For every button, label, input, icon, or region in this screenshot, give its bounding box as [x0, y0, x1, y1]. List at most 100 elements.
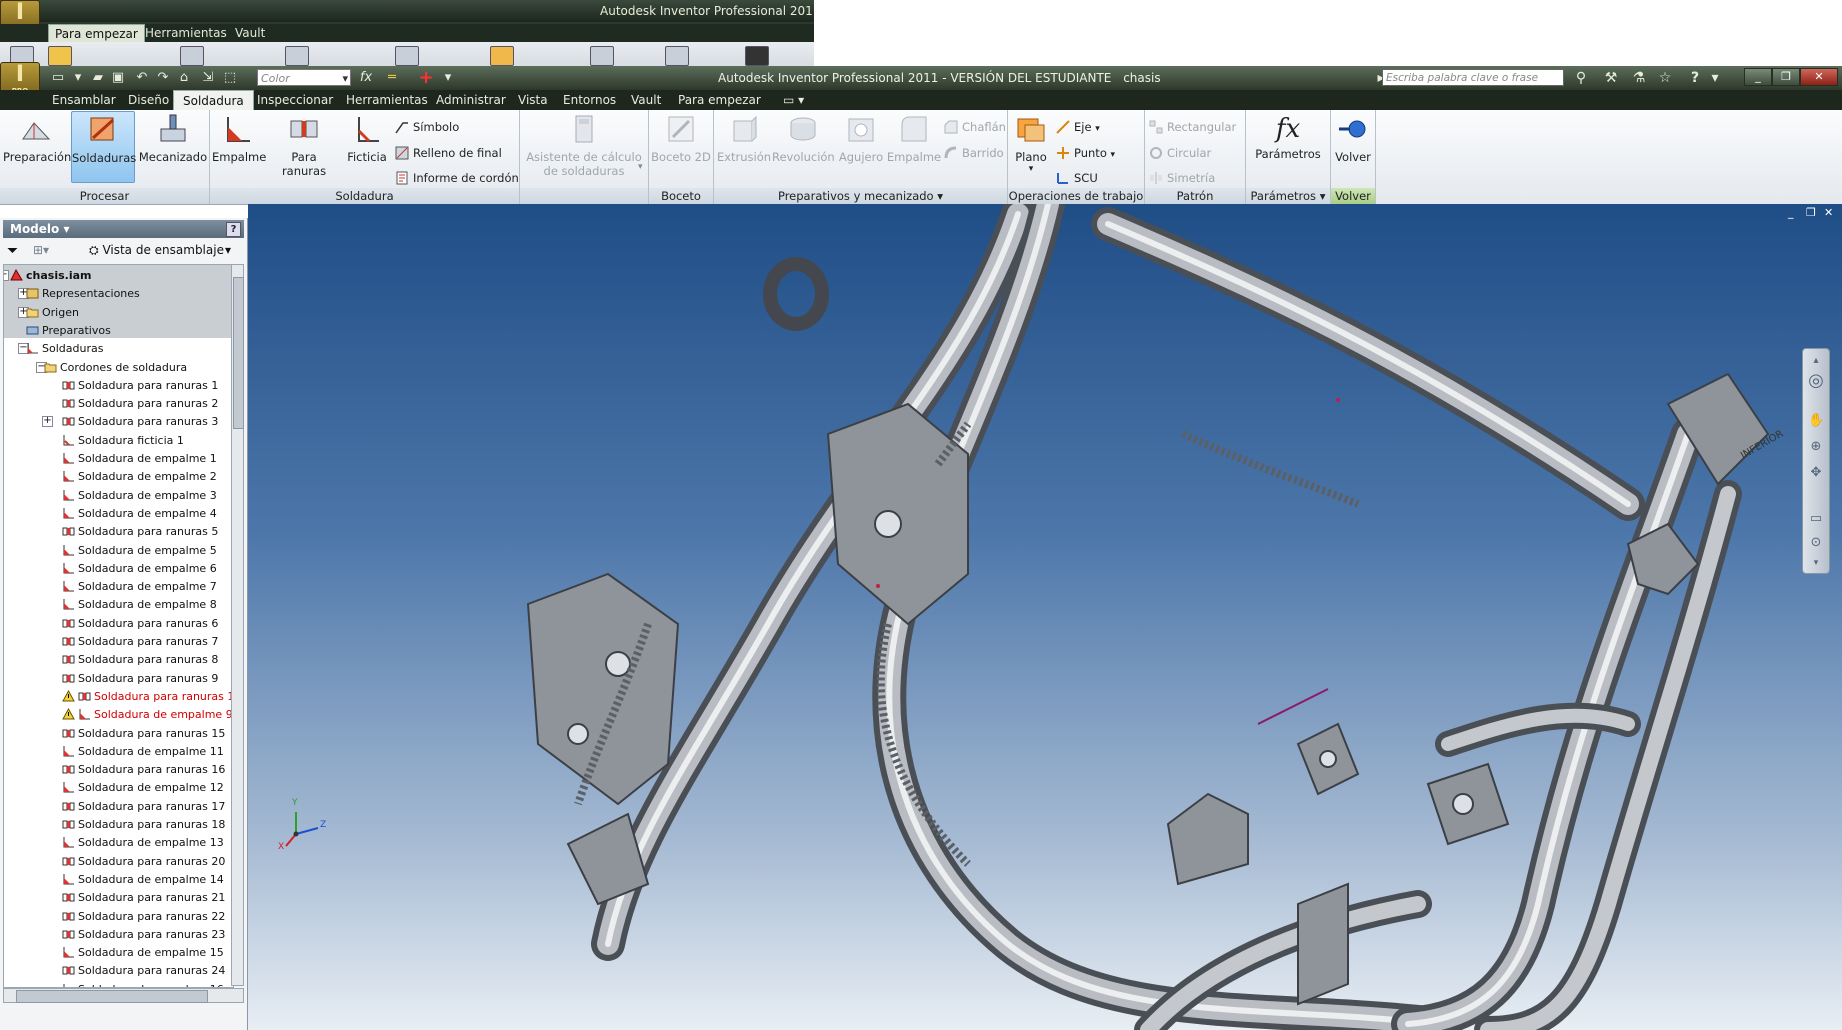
tree-item[interactable]: Soldadura para ranuras 15	[62, 725, 225, 742]
tree-item[interactable]: Soldadura de empalme 3	[62, 487, 217, 504]
chevron-down-icon[interactable]: ▾	[937, 189, 943, 203]
chevron-down-icon[interactable]: ▾	[225, 243, 231, 257]
fx-icon[interactable]: fx	[358, 70, 374, 85]
new-dropdown-icon[interactable]: ▾	[70, 70, 86, 85]
tree-item[interactable]: Soldadura para ranuras 18	[62, 816, 225, 833]
tree-item[interactable]: Representaciones	[26, 285, 140, 302]
eje-button[interactable]: Eje ▾	[1056, 120, 1100, 134]
tree-item[interactable]: Soldadura de empalme 8	[62, 596, 217, 613]
tree-item[interactable]: Origen	[26, 304, 79, 321]
tree-item[interactable]: Soldadura para ranuras 7	[62, 633, 218, 650]
open-folder-icon[interactable]: ▰	[90, 70, 106, 85]
favorites-star-icon[interactable]: ☆	[1656, 69, 1674, 87]
viewport-restore-icon[interactable]: ❐	[1806, 206, 1816, 219]
tab-diseno[interactable]: Diseño	[128, 93, 169, 107]
tree-item[interactable]: chasis.iam	[10, 267, 91, 284]
relleno-de-final-button[interactable]: Relleno de final	[395, 146, 502, 160]
home-icon[interactable]: ⌂	[176, 70, 192, 85]
tree-item[interactable]: Soldadura de empalme 9	[62, 706, 233, 723]
viewport-minimize-icon[interactable]: _	[1788, 206, 1794, 219]
open-folder-icon[interactable]	[48, 46, 72, 66]
preparacion-button[interactable]: Preparación	[3, 113, 71, 164]
tree-item[interactable]: Soldadura para ranuras 3	[62, 413, 218, 430]
project-icon[interactable]	[285, 46, 309, 66]
tools-icon[interactable]	[395, 46, 419, 66]
expand-toggle-icon[interactable]: −	[4, 270, 9, 281]
asistente-calculo-button[interactable]: Asistente de cálculo de soldaduras	[522, 113, 646, 178]
tab-entornos[interactable]: Entornos	[563, 93, 616, 107]
tree-item[interactable]: Soldadura de empalme 15	[62, 944, 224, 961]
tab-vault[interactable]: Vault	[631, 93, 661, 107]
help-icon[interactable]: ?	[226, 222, 241, 237]
zoom-icon[interactable]: ⊕	[1808, 439, 1824, 455]
tab-inspeccionar[interactable]: Inspeccionar	[257, 93, 333, 107]
tree-item[interactable]: Soldadura de empalme 7	[62, 578, 217, 595]
agujero-button[interactable]: Agujero	[836, 113, 886, 164]
restore-button[interactable]: ❐	[1772, 68, 1800, 86]
mecanizado-button[interactable]: Mecanizado	[138, 113, 208, 164]
chevron-down-icon[interactable]: ▾	[1320, 189, 1326, 203]
punto-button[interactable]: Punto ▾	[1056, 146, 1115, 160]
volver-button[interactable]: Volver	[1333, 113, 1373, 164]
tree-item[interactable]: Soldadura para ranuras 24	[62, 962, 225, 979]
look-at-icon[interactable]: ▭	[1808, 511, 1824, 527]
light-icon[interactable]	[490, 46, 514, 66]
pan-icon[interactable]: ✋	[1808, 413, 1824, 429]
steering-wheel-icon[interactable]: ◎	[1808, 372, 1824, 390]
chaflan-button[interactable]: Chaflán	[944, 120, 1006, 134]
road-icon[interactable]	[745, 46, 769, 66]
orbit-icon[interactable]: ✥	[1808, 465, 1824, 481]
tree-item[interactable]: Soldadura para ranuras 16	[62, 761, 225, 778]
ruler-icon[interactable]	[180, 46, 204, 66]
filter-icon[interactable]: ⏷	[7, 243, 18, 259]
viewport-close-icon[interactable]: ✕	[1824, 206, 1833, 219]
soldaduras-button[interactable]: Soldaduras	[71, 111, 136, 183]
simetria-button[interactable]: Simetría	[1149, 171, 1215, 185]
communication-center-icon[interactable]: ⚗	[1630, 69, 1648, 87]
background-tab[interactable]: Herramientas	[145, 26, 227, 40]
tree-item[interactable]: Soldadura para ranuras 23	[62, 926, 225, 943]
redo-icon[interactable]: ↷	[155, 70, 171, 85]
horizontal-scrollbar[interactable]	[3, 988, 244, 1003]
tree-item[interactable]: Soldadura de empalme 14	[62, 871, 224, 888]
binoculars-icon[interactable]: ⚲	[1572, 69, 1590, 87]
parametros-button[interactable]: fx Parámetros	[1250, 113, 1326, 161]
tree-item[interactable]: Soldadura para ranuras 10	[62, 688, 233, 705]
zoom-window-icon[interactable]: ⊙	[1808, 535, 1824, 551]
expand-arrow-icon[interactable]: ▾	[638, 162, 643, 172]
tree-item[interactable]: Soldadura para ranuras 22	[62, 908, 225, 925]
return-icon[interactable]: ⇲	[200, 70, 216, 85]
tab-administrar[interactable]: Administrar	[436, 93, 506, 107]
color-select[interactable]: Color ▾	[257, 69, 351, 86]
rectangular-button[interactable]: Rectangular	[1149, 120, 1236, 134]
book-icon[interactable]	[665, 46, 689, 66]
tree-item[interactable]: Soldadura de empalme 6	[62, 560, 217, 577]
tree-item[interactable]: Soldadura de empalme 4	[62, 505, 217, 522]
tree-item[interactable]: Soldadura para ranuras 17	[62, 798, 225, 815]
tab-para-empezar[interactable]: Para empezar	[678, 93, 761, 107]
tree-item[interactable]: Soldadura para ranuras 2	[62, 395, 218, 412]
tree-item[interactable]: Soldadura para ranuras 20	[62, 853, 225, 870]
undo-icon[interactable]: ↶	[134, 70, 150, 85]
expand-toggle-icon[interactable]: +	[42, 416, 53, 428]
scroll-thumb[interactable]	[16, 990, 208, 1003]
boceto-2d-button[interactable]: Boceto 2D	[651, 113, 711, 164]
para-ranuras-button[interactable]: Para ranuras	[268, 113, 340, 178]
ficticia-button[interactable]: Ficticia	[343, 113, 391, 164]
empalme-weld-button[interactable]: Empalme	[212, 113, 266, 164]
informe-de-cordon-button[interactable]: Informe de cordón	[395, 171, 519, 185]
close-button[interactable]: ✕	[1800, 68, 1838, 86]
vertical-scrollbar[interactable]	[231, 264, 244, 986]
add-icon[interactable]: +	[418, 69, 434, 87]
tree-item[interactable]: Soldadura para ranuras 8	[62, 651, 218, 668]
view-select[interactable]: ⛭ Vista de ensamblaje	[89, 243, 224, 258]
help-dropdown-icon[interactable]: ▾	[1706, 69, 1724, 87]
hierarchy-icon[interactable]: ⊞▾	[33, 243, 49, 257]
browser-header[interactable]: Modelo ▾ ?	[3, 220, 244, 238]
subscription-icon[interactable]: ⚒	[1602, 69, 1620, 87]
help-icon[interactable]: ?	[1686, 69, 1704, 87]
background-tab[interactable]: Vault	[235, 26, 265, 40]
tree-item[interactable]: Soldadura de empalme 5	[62, 542, 217, 559]
tab-soldadura[interactable]: Soldadura	[173, 90, 254, 111]
tree-item[interactable]: Soldadura de empalme 2	[62, 468, 217, 485]
